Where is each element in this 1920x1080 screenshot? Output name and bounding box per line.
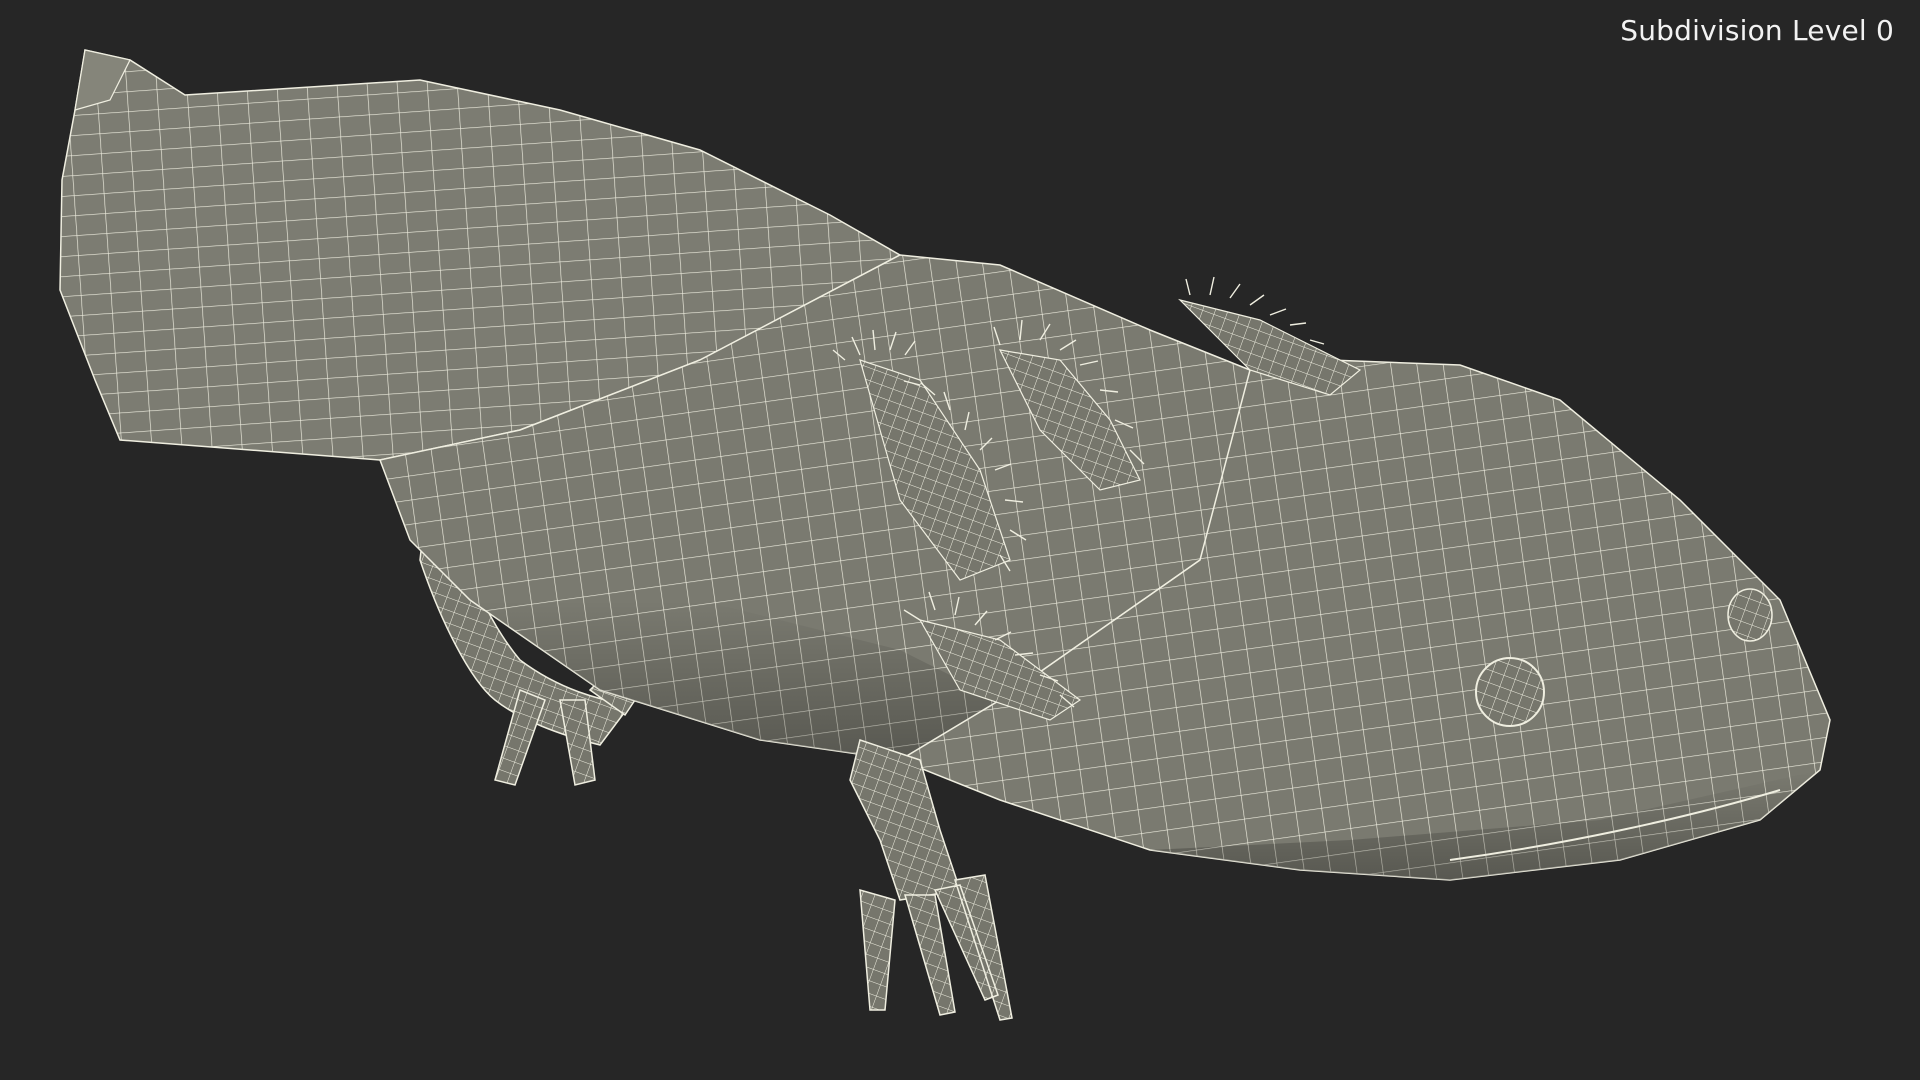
viewport[interactable]: Subdivision Level 0	[0, 0, 1920, 1080]
eye	[1475, 657, 1545, 727]
axolotl-wireframe-render	[59, 49, 1831, 1021]
subdivision-level-label: Subdivision Level 0	[1620, 14, 1894, 47]
nostril	[1727, 588, 1773, 642]
